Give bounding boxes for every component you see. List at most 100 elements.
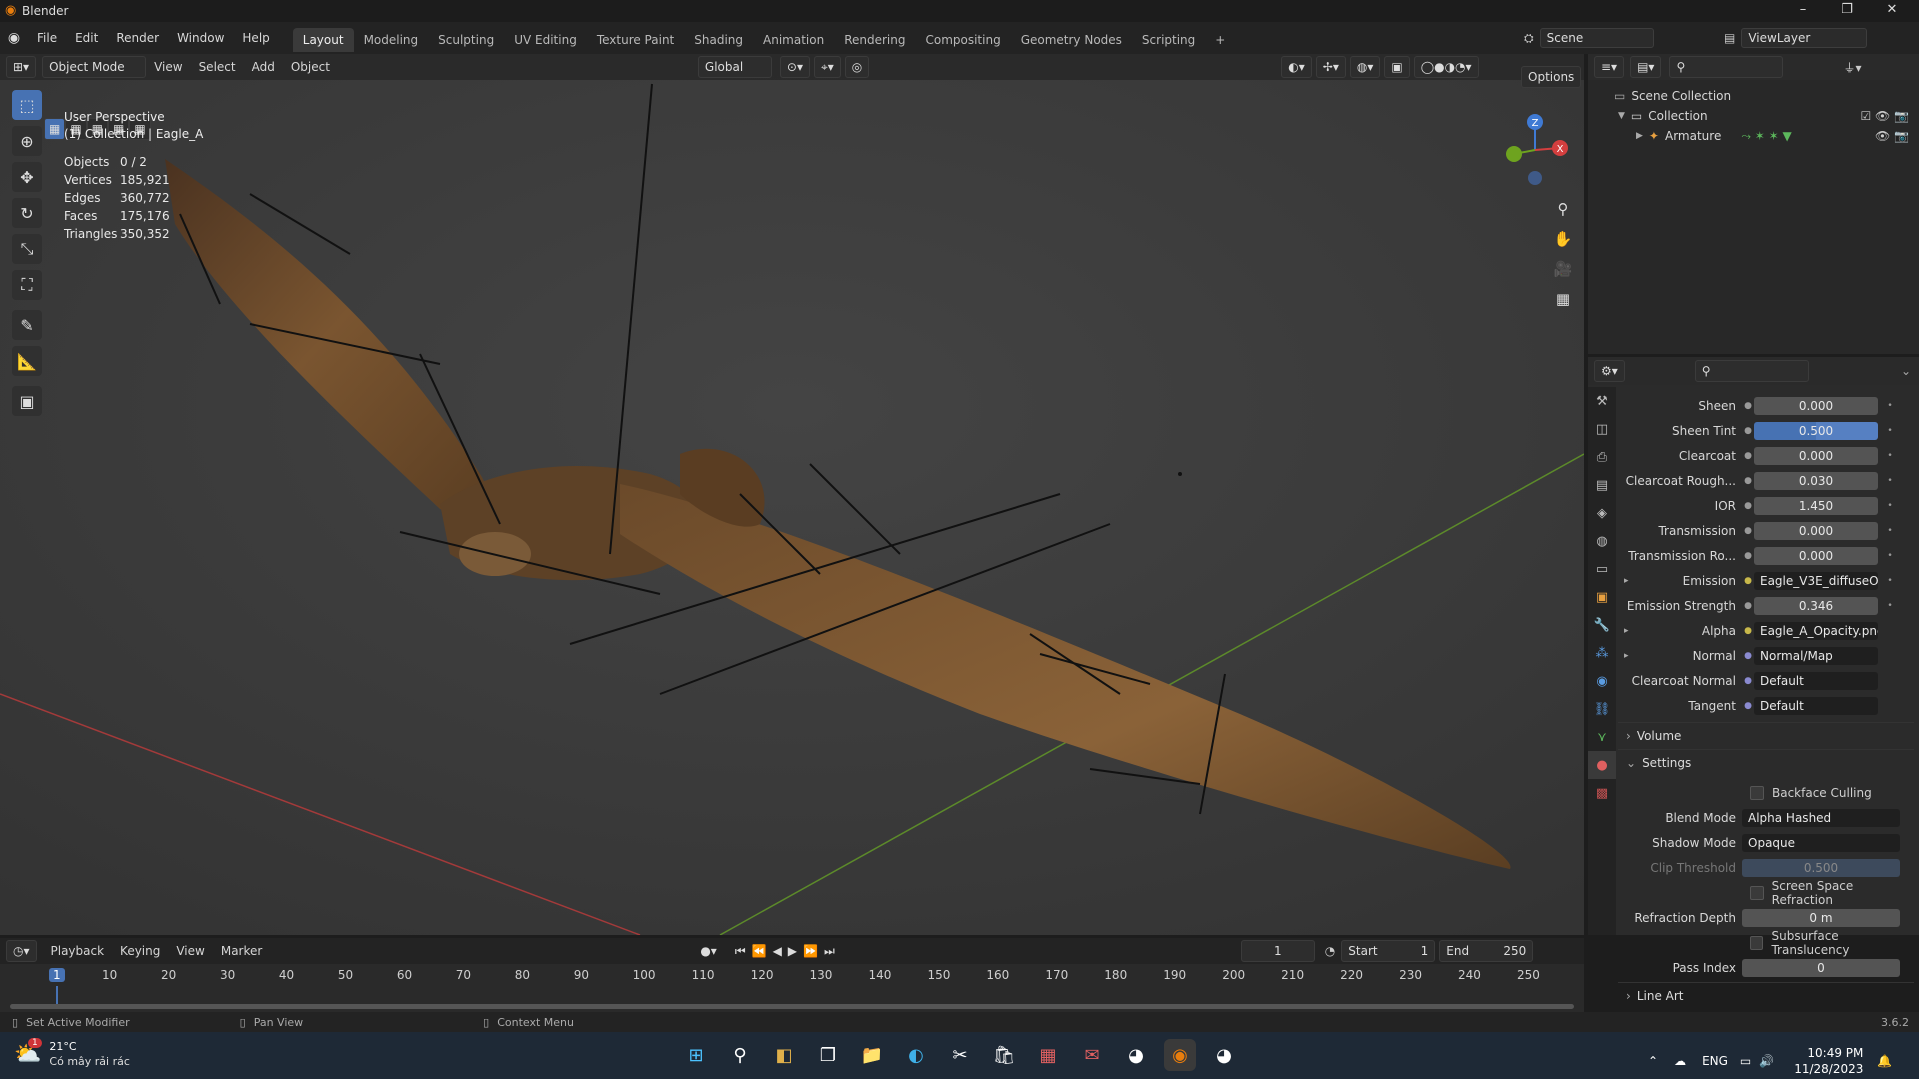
menu-help[interactable]: Help [233,22,278,54]
menu-file[interactable]: File [28,22,66,54]
keyframe-dot-icon[interactable]: • [1884,576,1896,586]
scene-field[interactable]: Scene [1539,28,1654,48]
playback-controls[interactable]: ⏮⏪◀▶⏩⏭ [735,944,841,959]
viewlayer-field[interactable]: ViewLayer [1741,28,1868,48]
end-frame-field[interactable]: End 250 [1439,940,1534,962]
section-line-art[interactable]: › Line Art [1618,982,1914,1009]
app-icon[interactable]: ▦ [1032,1039,1064,1071]
add-workspace-button[interactable]: + [1205,28,1235,52]
add-cube-tool-icon[interactable]: ▣ [12,386,42,416]
chrome-profile-icon[interactable]: ◕ [1208,1039,1240,1071]
volume-icon[interactable]: 🔊 [1759,1054,1774,1068]
record-icon[interactable]: ●▾ [700,944,717,958]
property-value-field[interactable]: 0.500 [1754,421,1878,440]
property-value-field[interactable]: 0.346 [1754,596,1878,615]
keyframe-dot-icon[interactable]: • [1884,501,1896,511]
tool-tab-icon[interactable]: ⚒ [1588,387,1616,415]
menu-window[interactable]: Window [168,22,233,54]
backface-culling-checkbox[interactable]: Backface Culling [1618,780,1914,805]
weather-widget[interactable]: ⛅ 1 21°C Có mây rải rác [14,1037,130,1068]
notification-bell-icon[interactable]: 🔔 [1877,1054,1892,1068]
data-tab-icon[interactable]: ⋎ [1588,723,1616,751]
rotate-tool-icon[interactable]: ↻ [12,198,42,228]
property-value-field[interactable]: 0.000 [1754,521,1878,540]
transform-orientation-selector[interactable]: Global [697,56,772,78]
socket-icon[interactable]: ● [1742,476,1754,486]
tab-scripting[interactable]: Scripting [1132,28,1205,52]
snap-icon[interactable]: ⌖▾ [814,56,841,78]
expand-arrow-icon[interactable]: ▸ [1624,651,1629,661]
snipping-tool-icon[interactable]: ✂ [944,1039,976,1071]
screen-space-refraction-checkbox[interactable]: Screen Space Refraction [1618,879,1914,907]
expand-arrow-icon[interactable]: ▸ [1624,626,1629,636]
visibility-icon[interactable]: ◐▾ [1281,56,1312,78]
zoom-icon[interactable]: ⚲ [1550,196,1576,222]
store-icon[interactable]: 🛍 [988,1039,1020,1071]
object-tab-icon[interactable]: ▣ [1588,583,1616,611]
widgets-icon[interactable]: ◧ [768,1039,800,1071]
tab-sculpting[interactable]: Sculpting [428,28,504,52]
shading-modes-icon[interactable]: ◯●◑◔▾ [1413,56,1479,78]
mode-selector[interactable]: Object Mode [42,56,147,78]
network-icon[interactable]: ▭ [1740,1054,1751,1068]
socket-icon[interactable]: ● [1742,401,1754,411]
outliner-row-armature[interactable]: ▶ ✦ Armature ⤳ ✶ ✶ ▼ 👁 📷 [1588,126,1919,146]
edge-browser-icon[interactable]: ◐ [900,1039,932,1071]
timeline-editor-type-icon[interactable]: ◷▾ [6,940,37,962]
property-value-field[interactable]: Normal/Map [1754,646,1878,665]
camera-view-icon[interactable]: 🎥 [1550,256,1576,282]
pass-index-field[interactable]: 0 [1742,958,1900,977]
clock-icon[interactable]: ◔ [1325,944,1335,958]
tab-uv-editing[interactable]: UV Editing [504,28,587,52]
socket-icon[interactable]: ● [1742,526,1754,536]
windows-start-icon[interactable]: ⊞ [680,1039,712,1071]
timeline-ruler[interactable]: 1 10 20 30 40 50 60 70 80 90 100 110 120 130 140 150 160… [0,964,1584,1012]
outliner-row-collection[interactable]: ▼ ▭ Collection ☑ 👁 📷 [1588,106,1919,126]
properties-editor-type-icon[interactable]: ⚙▾ [1594,360,1625,382]
keyframe-dot-icon[interactable]: • [1884,551,1896,561]
render-tab-icon[interactable]: ◫ [1588,415,1616,443]
menu-object[interactable]: Object [283,54,338,80]
menu-timeline-view[interactable]: View [168,938,212,964]
current-frame-field[interactable]: 1 [1240,940,1315,962]
select-box-icon[interactable]: ▦ [44,118,66,140]
property-value-field[interactable]: 0.000 [1754,396,1878,415]
tray-overflow-icon[interactable]: ⌃ [1648,1054,1658,1068]
socket-icon[interactable]: ● [1742,501,1754,511]
socket-icon[interactable]: ● [1742,676,1754,686]
menu-edit[interactable]: Edit [66,22,107,54]
annotate-tool-icon[interactable]: ✎ [12,310,42,340]
display-mode-icon[interactable]: ▤▾ [1630,56,1662,78]
language-indicator[interactable]: ENG [1702,1054,1728,1068]
properties-search-input[interactable]: ⚲ [1694,360,1809,382]
chrome-icon[interactable]: ◕ [1120,1039,1152,1071]
proportional-edit-icon[interactable]: ◎ [844,56,870,78]
property-value-field[interactable]: Eagle_V3E_diffuseOrigi... [1754,571,1878,590]
mail-icon[interactable]: ✉ [1076,1039,1108,1071]
particles-tab-icon[interactable]: ⁂ [1588,639,1616,667]
tab-layout[interactable]: Layout [292,28,354,52]
editor-type-button[interactable]: ⊞▾ [6,56,37,78]
socket-icon[interactable]: ● [1742,451,1754,461]
scale-tool-icon[interactable]: ⤡ [12,234,42,264]
onedrive-icon[interactable]: ☁ [1674,1054,1686,1068]
physics-tab-icon[interactable]: ◉ [1588,667,1616,695]
keyframe-dot-icon[interactable]: • [1884,476,1896,486]
timeline-scrollbar[interactable] [10,1004,1574,1009]
ortho-grid-icon[interactable]: ▦ [1550,286,1576,312]
property-value-field[interactable]: Default [1754,671,1878,690]
task-view-icon[interactable]: ❐ [812,1039,844,1071]
world-tab-icon[interactable]: ◍ [1588,527,1616,555]
tab-texture-paint[interactable]: Texture Paint [587,28,684,52]
property-value-field[interactable]: 0.000 [1754,546,1878,565]
property-value-field[interactable]: Default [1754,696,1878,715]
menu-select[interactable]: Select [191,54,244,80]
keyframe-dot-icon[interactable]: • [1884,526,1896,536]
tab-compositing[interactable]: Compositing [915,28,1010,52]
3d-viewport[interactable]: ⊞▾ Object Mode View Select Add Object Gl… [0,54,1584,935]
property-value-field[interactable]: 1.450 [1754,496,1878,515]
file-explorer-icon[interactable]: 📁 [856,1039,888,1071]
socket-icon[interactable]: ● [1742,576,1754,586]
menu-keying[interactable]: Keying [112,938,168,964]
socket-icon[interactable]: ● [1742,651,1754,661]
